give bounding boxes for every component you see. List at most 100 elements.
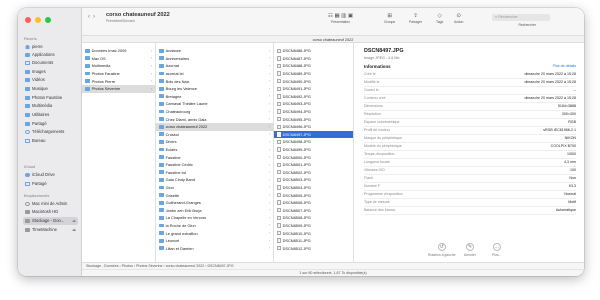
list-item[interactable]: DSCN8504.JPG	[274, 184, 353, 192]
list-item[interactable]: Mac OS ›	[82, 55, 155, 63]
list-item[interactable]: DSCN8500.JPG	[274, 153, 353, 161]
list-item[interactable]: DSCN8506.JPG	[274, 199, 353, 207]
more-actions-button[interactable]: … Plus...	[492, 243, 501, 257]
list-item[interactable]: DSCN8487.JPG	[274, 55, 353, 63]
more-details-link[interactable]: Plus de détails	[553, 64, 576, 68]
list-item[interactable]: Glun ›	[156, 184, 273, 192]
list-item[interactable]: DSCN8512.JPG	[274, 244, 353, 252]
list-item[interactable]: DSCN8499.JPG	[274, 146, 353, 154]
list-item[interactable]: Eclairs ›	[156, 146, 273, 154]
list-item[interactable]: Bretagne ›	[156, 93, 273, 101]
list-item[interactable]: Photos Pierre ›	[82, 77, 155, 85]
forward-chevron-icon[interactable]: ›	[93, 14, 98, 20]
list-item[interactable]: DSCN8495.JPG	[274, 115, 353, 123]
list-item[interactable]: Bois des Naix ›	[156, 77, 273, 85]
list-item[interactable]: DSCN8498.JPG	[274, 138, 353, 146]
sidebar-item-icloud-shared[interactable]: Partagé	[23, 180, 78, 188]
sidebar-item-stockage[interactable]: Stockage - Don... ⏏	[23, 217, 78, 225]
list-item[interactable]: Faustine Cédric ›	[156, 161, 273, 169]
list-item[interactable]: Bourg les Valence ›	[156, 85, 273, 93]
sidebar-item-photos-faustine[interactable]: Photos Faustine	[23, 94, 78, 102]
sidebar-item-images[interactable]: Images	[23, 68, 78, 76]
list-item[interactable]: Données Imac 2009 ›	[82, 47, 155, 55]
list-item[interactable]: Crussol ›	[156, 131, 273, 139]
list-item[interactable]: DSCN8486.JPG	[274, 47, 353, 55]
sidebar-section-locations: Emplacements	[24, 194, 50, 198]
sidebar-item-bureau[interactable]: Bureau	[23, 137, 78, 145]
tags-button[interactable]: ◇ Tags	[436, 13, 443, 24]
list-item[interactable]: Gaia Cindy Band ›	[156, 176, 273, 184]
group-button[interactable]: ⊞ Groupe	[384, 13, 395, 24]
list-item[interactable]: DSCN8493.JPG	[274, 100, 353, 108]
list-item[interactable]: DSCN8502.JPG	[274, 169, 353, 177]
list-item[interactable]: Lilian et Damien ›	[156, 244, 273, 252]
list-item[interactable]: Grisette ›	[156, 191, 273, 199]
zoom-button[interactable]	[45, 17, 51, 23]
image-file-icon	[277, 215, 281, 221]
list-item[interactable]: DSCN8503.JPG	[274, 176, 353, 184]
list-item[interactable]: Le grand extraillon ›	[156, 229, 273, 237]
list-item[interactable]: Faustine bd ›	[156, 169, 273, 177]
sidebar-item-applications[interactable]: Applications	[23, 51, 78, 59]
list-item[interactable]: Multimedia ›	[82, 62, 155, 70]
list-item[interactable]: DSCN8496.JPG	[274, 123, 353, 131]
list-item[interactable]: DSCN8510.JPG	[274, 229, 353, 237]
sidebar-item-utilitaires[interactable]: Utilitaires	[23, 111, 78, 119]
list-item[interactable]: Jardin zen Erik Borja ›	[156, 206, 273, 214]
list-item[interactable]: Guilherand-Granges ›	[156, 199, 273, 207]
sidebar-item-multimedia[interactable]: Multimédia	[23, 102, 78, 110]
sidebar-item-pierre[interactable]: pierre	[23, 43, 78, 51]
sidebar-item-videos[interactable]: Vidéos	[23, 76, 78, 84]
list-item-selected[interactable]: DSCN8497.JPG	[274, 130, 353, 139]
sidebar-item-partage[interactable]: Partagé	[23, 120, 78, 128]
sidebar-item-macintosh-hd[interactable]: Macintosh HD	[23, 208, 78, 216]
eject-icon[interactable]: ⏏	[72, 218, 76, 223]
sidebar-item-telechargements[interactable]: Téléchargements	[23, 128, 78, 136]
list-item[interactable]: DSCN8508.JPG	[274, 214, 353, 222]
list-item[interactable]: Faustine ›	[156, 153, 273, 161]
window-subtitle: Précédent/Suivant	[106, 19, 135, 23]
list-item[interactable]: DSCN8511.JPG	[274, 237, 353, 245]
minimize-button[interactable]	[35, 17, 41, 23]
list-item[interactable]: DSCN8492.JPG	[274, 93, 353, 101]
list-item[interactable]: Divers ›	[156, 138, 273, 146]
action-button[interactable]: ⊙ Action	[454, 13, 463, 24]
list-item[interactable]: Chez Diami, anniv Gaia ›	[156, 115, 273, 123]
list-item[interactable]: DSCN8505.JPG	[274, 191, 353, 199]
search-input[interactable]: ⌕ Rechercher	[492, 14, 550, 21]
rotate-left-button[interactable]: ↺ Rotation à gauche	[428, 243, 456, 257]
list-item-selected[interactable]: corso chateauneuf 2022 ›	[156, 122, 273, 131]
list-item[interactable]: Carnaval Théâtre Laurie ›	[156, 100, 273, 108]
chevron-right-icon: ›	[268, 117, 270, 122]
list-item[interactable]: Azornat ›	[156, 62, 273, 70]
list-item[interactable]: DSCN8501.JPG	[274, 161, 353, 169]
list-item[interactable]: DSCN8489.JPG	[274, 70, 353, 78]
close-button[interactable]	[25, 17, 31, 23]
list-item-selected[interactable]: Photos Séverine ›	[82, 84, 155, 93]
list-item[interactable]: La Chapelle en Vercors ›	[156, 214, 273, 222]
sidebar-item-documents[interactable]: Documents	[23, 59, 78, 67]
path-bar[interactable]: Stockage - Données › Photos › Photos Sév…	[82, 262, 584, 269]
sidebar-item-mac-mini[interactable]: Mac mini de Admin	[23, 200, 78, 208]
view-mode-button[interactable]: ☷ ▦ ▥ ▣ Présentation	[328, 13, 353, 24]
list-item[interactable]: Photos Faustine ›	[82, 70, 155, 78]
list-item[interactable]: Anniversaires ›	[156, 55, 273, 63]
eject-icon[interactable]: ⏏	[72, 227, 76, 232]
sidebar-item-musique[interactable]: Musique	[23, 85, 78, 93]
list-item[interactable]: Andance ›	[156, 47, 273, 55]
list-item[interactable]: DSCN8507.JPG	[274, 206, 353, 214]
sidebar-item-icloud-drive[interactable]: iCloud Drive	[23, 171, 78, 179]
list-item[interactable]: azornat lei ›	[156, 70, 273, 78]
list-item[interactable]: DSCN8494.JPG	[274, 108, 353, 116]
list-item[interactable]: DSCN8509.JPG	[274, 222, 353, 230]
sidebar-item-timemachine[interactable]: TimeMachine ⏏	[23, 226, 78, 234]
share-button[interactable]: ⇪ Partager	[409, 13, 422, 24]
list-item[interactable]: la Roche de Glun ›	[156, 222, 273, 230]
info-row: Ouvert le --	[364, 87, 576, 95]
list-item[interactable]: DSCN8490.JPG	[274, 77, 353, 85]
list-item[interactable]: DSCN8491.JPG	[274, 85, 353, 93]
list-item[interactable]: Chateaubourg ›	[156, 108, 273, 116]
annotate-button[interactable]: ✎ Annoter	[464, 243, 476, 257]
list-item[interactable]: DSCN8488.JPG	[274, 62, 353, 70]
list-item[interactable]: Léoncel ›	[156, 237, 273, 245]
